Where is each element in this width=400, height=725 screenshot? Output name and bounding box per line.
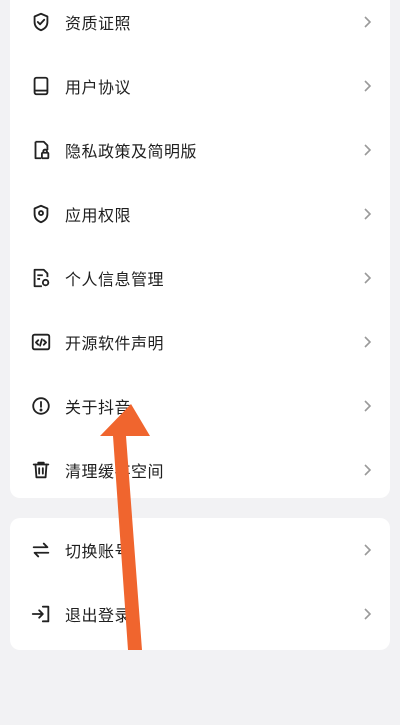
settings-item-open-source[interactable]: 开源软件声明 [10, 310, 390, 374]
shield-check-icon [30, 11, 52, 33]
settings-item-label: 开源软件声明 [65, 334, 165, 353]
settings-item-clear-cache[interactable]: 清理缓存空间 [10, 438, 390, 502]
chevron-right-icon [360, 207, 374, 221]
settings-item-logout[interactable]: 退出登录 [10, 582, 390, 646]
chevron-right-icon [360, 607, 374, 621]
settings-item-app-permissions[interactable]: 应用权限 [10, 182, 390, 246]
settings-item-personal-info[interactable]: 个人信息管理 [10, 246, 390, 310]
logout-icon [30, 603, 52, 625]
shield-location-icon [30, 203, 52, 225]
settings-item-label: 资质证照 [65, 14, 132, 33]
document-gear-icon [30, 267, 52, 289]
chevron-right-icon [360, 543, 374, 557]
chevron-right-icon [360, 399, 374, 413]
account-card: 切换账号 退出登录 [10, 518, 390, 650]
settings-card: 资质证照 用户协议 隐私政策及简明版 应用权限 个人信息管理 开源软件声明 关于… [10, 0, 390, 498]
settings-item-privacy-policy[interactable]: 隐私政策及简明版 [10, 118, 390, 182]
settings-item-qualifications[interactable]: 资质证照 [10, 0, 390, 54]
settings-item-label: 退出登录 [65, 606, 132, 625]
settings-item-label: 应用权限 [65, 206, 132, 225]
settings-item-switch-account[interactable]: 切换账号 [10, 518, 390, 582]
settings-item-label: 切换账号 [65, 542, 132, 561]
chevron-right-icon [360, 335, 374, 349]
code-icon [30, 331, 52, 353]
settings-item-label: 用户协议 [65, 78, 132, 97]
settings-item-label: 隐私政策及简明版 [65, 142, 198, 161]
chevron-right-icon [360, 271, 374, 285]
chevron-right-icon [360, 79, 374, 93]
info-circle-icon [30, 395, 52, 417]
settings-item-about[interactable]: 关于抖音 [10, 374, 390, 438]
settings-item-label: 个人信息管理 [65, 270, 165, 289]
settings-item-label: 关于抖音 [65, 398, 132, 417]
settings-item-label: 清理缓存空间 [65, 462, 165, 481]
chevron-right-icon [360, 463, 374, 477]
switch-arrows-icon [30, 539, 52, 561]
chevron-right-icon [360, 143, 374, 157]
trash-icon [30, 459, 52, 481]
settings-item-user-agreement[interactable]: 用户协议 [10, 54, 390, 118]
book-icon [30, 75, 52, 97]
chevron-right-icon [360, 15, 374, 29]
document-lock-icon [30, 139, 52, 161]
